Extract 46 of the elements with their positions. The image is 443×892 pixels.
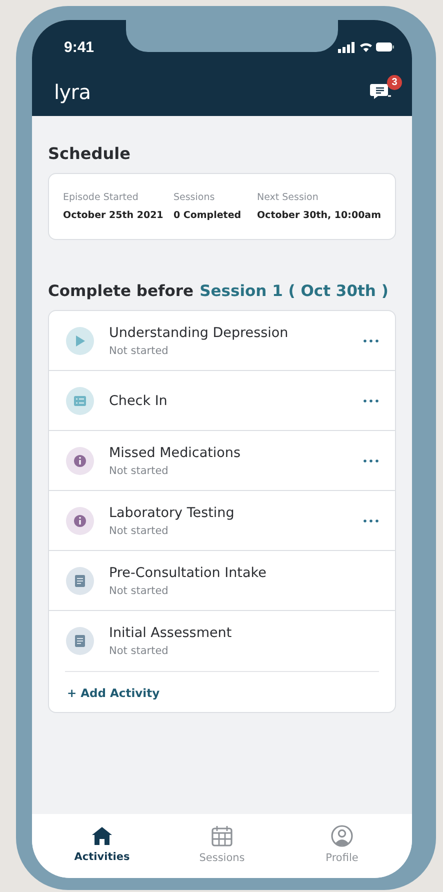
calendar-icon xyxy=(211,824,233,846)
profile-icon xyxy=(331,824,353,846)
activity-title: Check In xyxy=(109,392,168,408)
field-value: 0 Completed xyxy=(173,210,242,221)
add-activity-link[interactable]: + Add Activity xyxy=(67,686,160,700)
session-link[interactable]: Session 1 ( Oct 30th ) xyxy=(200,282,388,300)
activity-title: Laboratory Testing xyxy=(109,504,236,520)
document-icon xyxy=(66,627,94,655)
info-icon xyxy=(66,446,94,474)
chat-icon xyxy=(370,83,392,101)
tab[interactable]: Activities xyxy=(57,826,147,862)
status-icons xyxy=(338,41,394,53)
document-icon xyxy=(66,566,94,594)
home-icon xyxy=(91,826,113,846)
field-label: Episode Started xyxy=(63,192,140,203)
activity-title: Missed Medications xyxy=(109,444,242,460)
info-icon xyxy=(66,506,94,534)
field-label: Next Session xyxy=(256,192,320,203)
field-value: October 30th, 10:00am xyxy=(256,210,381,221)
status-time: 9:41 xyxy=(64,38,94,56)
activity-row[interactable]: Check In xyxy=(49,371,395,431)
activity-status: Not started xyxy=(109,584,170,596)
activity-row[interactable]: Understanding Depression Not started xyxy=(49,311,395,371)
activity-row[interactable]: Laboratory Testing Not started xyxy=(49,491,395,551)
app-logo: lyra xyxy=(54,80,91,104)
field-label: Sessions xyxy=(173,192,216,203)
activity-status: Not started xyxy=(109,645,170,657)
section-title: Schedule xyxy=(48,144,132,163)
activity-row[interactable]: Missed Medications Not started xyxy=(49,431,395,491)
activity-title: Pre-Consultation Intake xyxy=(109,564,268,580)
section-title: Complete before xyxy=(48,282,194,300)
field-value: October 25th 2021 xyxy=(63,210,164,221)
play-icon xyxy=(66,326,94,354)
activity-title: Understanding Depression xyxy=(109,324,290,340)
notification-badge: 3 xyxy=(387,75,402,90)
more-icon[interactable] xyxy=(363,338,379,342)
more-icon[interactable] xyxy=(363,518,379,522)
activity-status: Not started xyxy=(109,464,170,476)
activity-status: Not started xyxy=(109,524,170,536)
activity-status: Not started xyxy=(109,344,170,356)
more-icon[interactable] xyxy=(363,398,379,402)
activity-title: Initial Assessment xyxy=(109,625,233,641)
checklist-icon xyxy=(66,386,94,414)
more-icon[interactable] xyxy=(363,458,379,462)
activity-row[interactable]: Initial Assessment Not started xyxy=(49,611,395,671)
activity-row[interactable]: Pre-Consultation Intake Not started xyxy=(49,551,395,611)
